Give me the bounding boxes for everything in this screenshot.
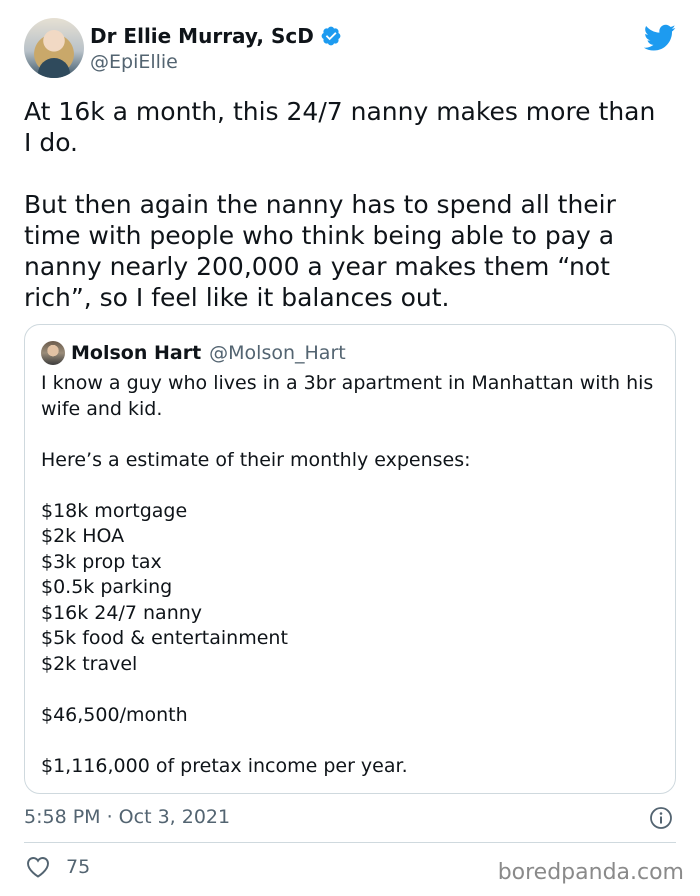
- like-action[interactable]: 75: [26, 856, 90, 878]
- watermark: boredpanda.com: [497, 860, 684, 885]
- info-icon[interactable]: [649, 806, 673, 830]
- quoted-author-row: Molson Hart @Molson_Hart: [71, 342, 346, 364]
- tweet-text: At 16k a month, this 24/7 nanny makes mo…: [24, 97, 656, 312]
- quoted-tweet-text: I know a guy who lives in a 3br apartmen…: [41, 372, 654, 777]
- like-count: 75: [66, 856, 91, 878]
- author-display-name[interactable]: Dr Ellie Murray, ScD: [90, 24, 314, 48]
- quoted-author-handle: @Molson_Hart: [209, 342, 346, 364]
- tweet-timestamp[interactable]: 5:58 PM · Oct 3, 2021: [24, 806, 230, 828]
- verified-badge-icon: [321, 26, 341, 46]
- quoted-author-avatar: [41, 341, 65, 365]
- quoted-tweet-card[interactable]: Molson Hart @Molson_Hart I know a guy wh…: [24, 324, 676, 794]
- divider: [24, 842, 676, 843]
- heart-icon[interactable]: [26, 856, 50, 878]
- author-name-row: Dr Ellie Murray, ScD: [90, 24, 342, 48]
- author-avatar[interactable]: [24, 18, 84, 78]
- quoted-author-display-name: Molson Hart: [71, 342, 202, 364]
- tweet-header: Dr Ellie Murray, ScD @EpiEllie: [24, 18, 676, 80]
- twitter-bird-icon[interactable]: [644, 24, 676, 52]
- author-handle[interactable]: @EpiEllie: [90, 51, 178, 73]
